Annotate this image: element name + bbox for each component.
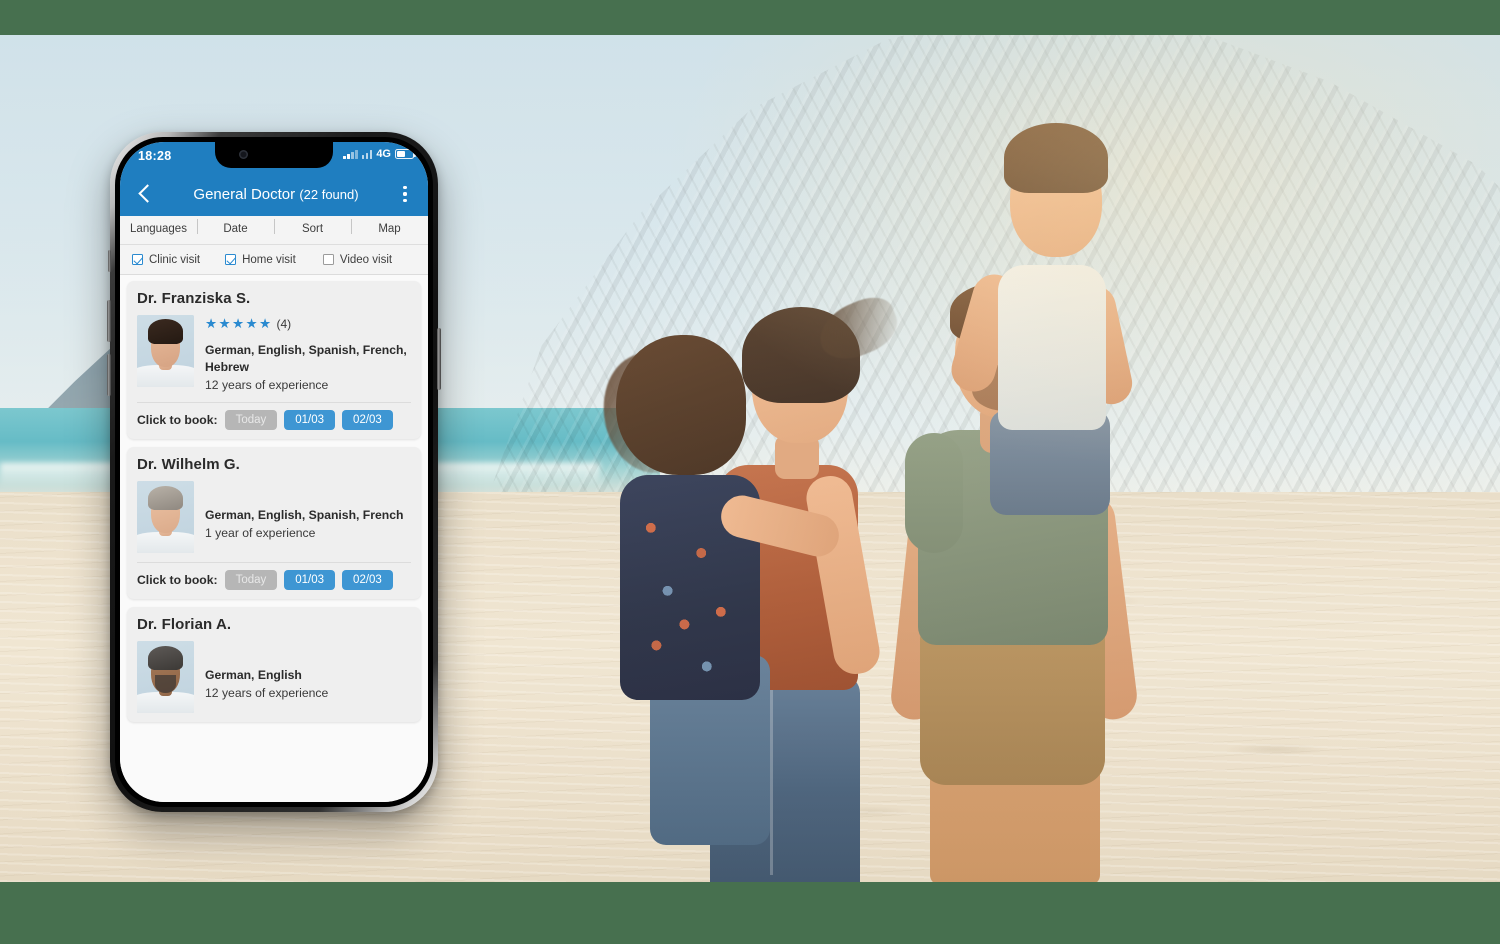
silent-switch[interactable] xyxy=(108,250,111,272)
chevron-left-icon[interactable] xyxy=(132,181,158,207)
doctor-avatar-wilhelm xyxy=(137,481,194,554)
doctor-card[interactable]: Dr. Wilhelm G. German, English, Spanish,… xyxy=(127,447,421,600)
phone-bezel: 18:28 4G General Doctor (22 found) Langu… xyxy=(115,137,433,807)
booking-slot-0203[interactable]: 02/03 xyxy=(342,570,393,591)
doctor-card[interactable]: Dr. Florian A. German, English 12 years … xyxy=(127,607,421,723)
checkbox-icon xyxy=(132,254,143,265)
doctor-name: Dr. Florian A. xyxy=(137,616,232,634)
booking-slot-0203[interactable]: 02/03 xyxy=(342,410,393,431)
filter-tab-languages[interactable]: Languages xyxy=(120,224,197,236)
checkbox-icon xyxy=(225,254,237,265)
mother-jeans-seam xyxy=(770,685,773,875)
checkbox-label: Home visit xyxy=(242,253,296,266)
father-shoulder xyxy=(905,433,963,553)
doctor-summary: German, English 12 years of experience xyxy=(137,641,411,722)
doctor-summary: German, English, Spanish, French 1 year … xyxy=(137,481,411,562)
doctor-languages: German, English, Spanish, French xyxy=(205,508,404,523)
page-title: General Doctor (22 found) xyxy=(158,186,394,203)
volume-down-button[interactable] xyxy=(107,354,111,396)
boy-hair xyxy=(1004,123,1108,193)
doctor-summary: ★★★★★ (4) German, English, Spanish, Fren… xyxy=(137,315,411,402)
notch xyxy=(215,142,333,168)
booking-row: Click to book: Today 01/03 02/03 xyxy=(137,562,411,599)
phone-mockup: 18:28 4G General Doctor (22 found) Langu… xyxy=(107,132,441,812)
doctor-name: Dr. Franziska S. xyxy=(137,290,251,307)
doctor-experience: 1 year of experience xyxy=(205,526,316,541)
rating-count: (4) xyxy=(276,317,292,331)
booking-slot-today[interactable]: Today xyxy=(224,570,278,591)
overflow-menu-icon[interactable] xyxy=(394,182,416,206)
booking-slot-0103[interactable]: 01/03 xyxy=(284,570,336,591)
status-time: 18:28 xyxy=(138,149,172,163)
checkbox-video-visit[interactable]: Video visit xyxy=(322,253,416,266)
girl-hair xyxy=(616,335,746,475)
filter-tab-sort[interactable]: Sort xyxy=(274,219,351,236)
rating: ★★★★★ (4) xyxy=(205,317,411,331)
checkbox-clinic-visit[interactable]: Clinic visit xyxy=(132,254,225,266)
star-rating-icon: ★★★★★ xyxy=(205,316,273,332)
filter-tab-bar: Languages Date Sort Map xyxy=(120,216,428,245)
boy-torso xyxy=(998,265,1106,430)
network-type-label: 4G xyxy=(376,148,391,160)
checkbox-home-visit[interactable]: Home visit xyxy=(225,254,323,266)
checkbox-label: Clinic visit xyxy=(149,253,201,266)
power-button[interactable] xyxy=(437,328,441,390)
doctor-avatar-florian xyxy=(137,641,194,714)
doctor-languages: German, English, Spanish, French, Hebrew xyxy=(205,343,407,374)
booking-label: Click to book: xyxy=(137,573,218,588)
app-bar: General Doctor (22 found) xyxy=(120,172,428,216)
doctor-avatar-franziska xyxy=(137,315,194,387)
booking-slot-0103[interactable]: 01/03 xyxy=(284,410,336,431)
page-backdrop: 18:28 4G General Doctor (22 found) Langu… xyxy=(0,0,1500,944)
booking-slot-today[interactable]: Today xyxy=(224,410,278,431)
doctor-list[interactable]: Dr. Franziska S. ★★★★★ (4) German, Engli… xyxy=(120,275,428,802)
booking-row: Click to book: Today 01/03 02/03 xyxy=(137,402,411,439)
doctor-experience: 12 years of experience xyxy=(205,377,329,392)
page-title-text: General Doctor xyxy=(193,185,296,203)
checkbox-icon xyxy=(322,254,334,265)
status-indicators: 4G xyxy=(343,148,417,160)
result-count: (22 found) xyxy=(299,186,359,202)
signal-bars-icon xyxy=(343,149,358,159)
phone-screen: 18:28 4G General Doctor (22 found) Langu… xyxy=(120,142,428,802)
volume-up-button[interactable] xyxy=(107,300,111,342)
doctor-experience: 12 years of experience xyxy=(205,686,329,701)
visit-type-filter-row: Clinic visit Home visit Video visit xyxy=(120,245,428,275)
father-shorts xyxy=(920,625,1105,785)
doctor-name: Dr. Wilhelm G. xyxy=(137,456,240,474)
battery-icon xyxy=(395,149,417,159)
doctor-languages: German, English xyxy=(205,668,302,683)
filter-tab-map[interactable]: Map xyxy=(351,219,428,236)
front-camera-icon xyxy=(239,150,248,159)
signal-bars-secondary-icon xyxy=(361,149,373,159)
booking-label: Click to book: xyxy=(137,413,218,428)
doctor-card[interactable]: Dr. Franziska S. ★★★★★ (4) German, Engli… xyxy=(127,281,421,440)
filter-tab-date[interactable]: Date xyxy=(197,219,274,236)
checkbox-label: Video visit xyxy=(339,253,393,266)
